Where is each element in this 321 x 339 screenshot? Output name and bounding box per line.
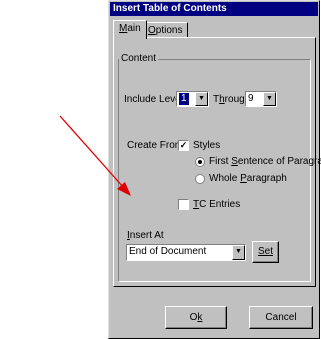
annotation-arrow [59, 115, 131, 196]
